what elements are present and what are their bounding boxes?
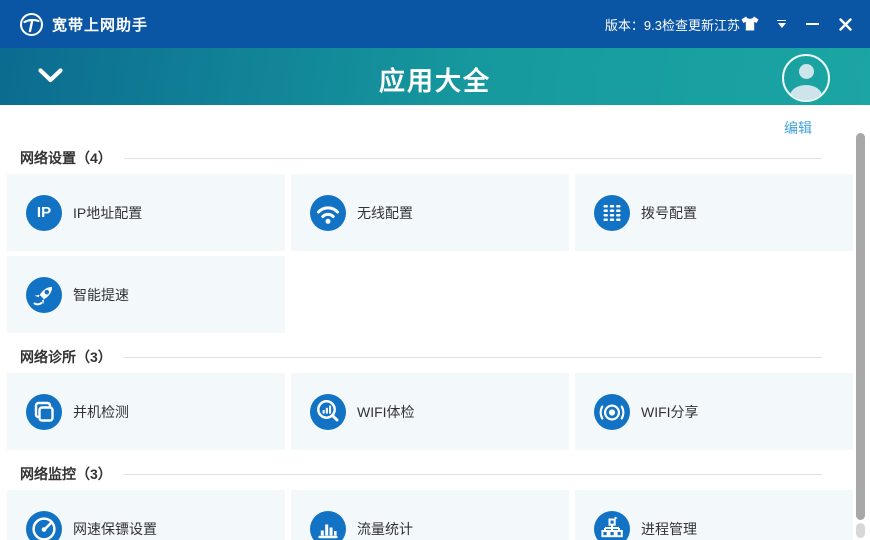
edit-row: 编辑 [0,105,870,148]
section-title-row: 网络设置（4） [20,148,822,168]
skin-shirt-icon[interactable] [740,15,760,33]
wifi-icon [310,194,346,231]
wifi-checkup-icon [310,393,346,430]
content-area: 编辑 网络设置（4） IP IP地址配置 无线配置 拨号配置 智能提速 网络诊所… [0,105,870,540]
card-label: WIFI分享 [641,403,699,420]
app-logo-icon [19,12,44,37]
check-update-link[interactable]: 检查更新 [662,15,714,34]
hotspot-icon [594,393,630,430]
avatar-body [790,85,822,100]
app-window: 宽带上网助手 版本：9.3 检查更新 江苏 应用大全 编辑 网络设置（4） IP… [0,0,870,540]
ip-icon: IP [26,194,62,231]
app-card[interactable]: 智能提速 [7,256,285,333]
app-card[interactable]: 拨号配置 [575,174,853,251]
region-label[interactable]: 江苏 [714,15,740,34]
card-label: 流量统计 [357,520,413,537]
app-grid: 网速保镖设置 流量统计 进程管理 [7,490,870,540]
card-label: IP地址配置 [73,204,143,221]
card-label: 进程管理 [641,520,697,537]
edit-link[interactable]: 编辑 [784,118,812,138]
avatar-icon[interactable] [782,54,830,102]
app-card[interactable]: WIFI体检 [291,373,569,450]
app-card[interactable]: 并机检测 [7,373,285,450]
app-card[interactable]: 流量统计 [291,490,569,540]
page-header: 应用大全 [0,48,870,105]
process-tree-icon [594,510,630,540]
scrollbar-thumb[interactable] [856,133,865,520]
rocket-icon [26,276,62,313]
card-label: 无线配置 [357,204,413,221]
dropdown-caret-icon[interactable] [777,19,786,29]
app-grid: IP IP地址配置 无线配置 拨号配置 智能提速 [7,174,870,333]
avatar-head [798,64,814,79]
speedometer-icon [26,510,62,540]
card-label: WIFI体检 [357,403,415,420]
minimize-icon[interactable] [806,22,819,26]
card-label: 并机检测 [73,403,129,420]
card-label: 智能提速 [73,286,129,303]
close-icon[interactable] [839,17,852,31]
section-divider [123,356,822,358]
sections-container: 网络设置（4） IP IP地址配置 无线配置 拨号配置 智能提速 网络诊所（3）… [0,148,870,540]
section-title-row: 网络监控（3） [20,464,822,484]
devices-icon [26,393,62,430]
bar-chart-icon [310,510,346,540]
card-label: 网速保镖设置 [73,520,157,537]
app-card[interactable]: IP IP地址配置 [7,174,285,251]
app-card[interactable]: 网速保镖设置 [7,490,285,540]
scrollbar-track-end [856,523,865,538]
section: 网络监控（3） 网速保镖设置 流量统计 进程管理 [0,464,870,540]
section: 网络诊所（3） 并机检测 WIFI体检 WIFI分享 [0,347,870,450]
version-label: 版本：9.3 [604,17,662,33]
page-title: 应用大全 [378,66,491,96]
section-divider [123,157,822,159]
app-title: 宽带上网助手 [52,16,149,34]
section-title-row: 网络诊所（3） [20,347,822,367]
scrollbar[interactable] [854,105,870,540]
section-title: 网络诊所（3） [20,349,112,365]
section: 网络设置（4） IP IP地址配置 无线配置 拨号配置 智能提速 [0,148,870,333]
section-divider [123,473,822,475]
titlebar: 宽带上网助手 版本：9.3 检查更新 江苏 [0,0,870,48]
card-label: 拨号配置 [641,204,697,221]
dialpad-icon [594,194,630,231]
app-card[interactable]: 无线配置 [291,174,569,251]
app-card[interactable]: WIFI分享 [575,373,853,450]
section-title: 网络监控（3） [20,466,112,482]
titlebar-controls: 版本：9.3 检查更新 江苏 [605,0,870,48]
app-grid: 并机检测 WIFI体检 WIFI分享 [7,373,870,450]
section-title: 网络设置（4） [20,150,112,166]
app-card[interactable]: 进程管理 [575,490,853,540]
